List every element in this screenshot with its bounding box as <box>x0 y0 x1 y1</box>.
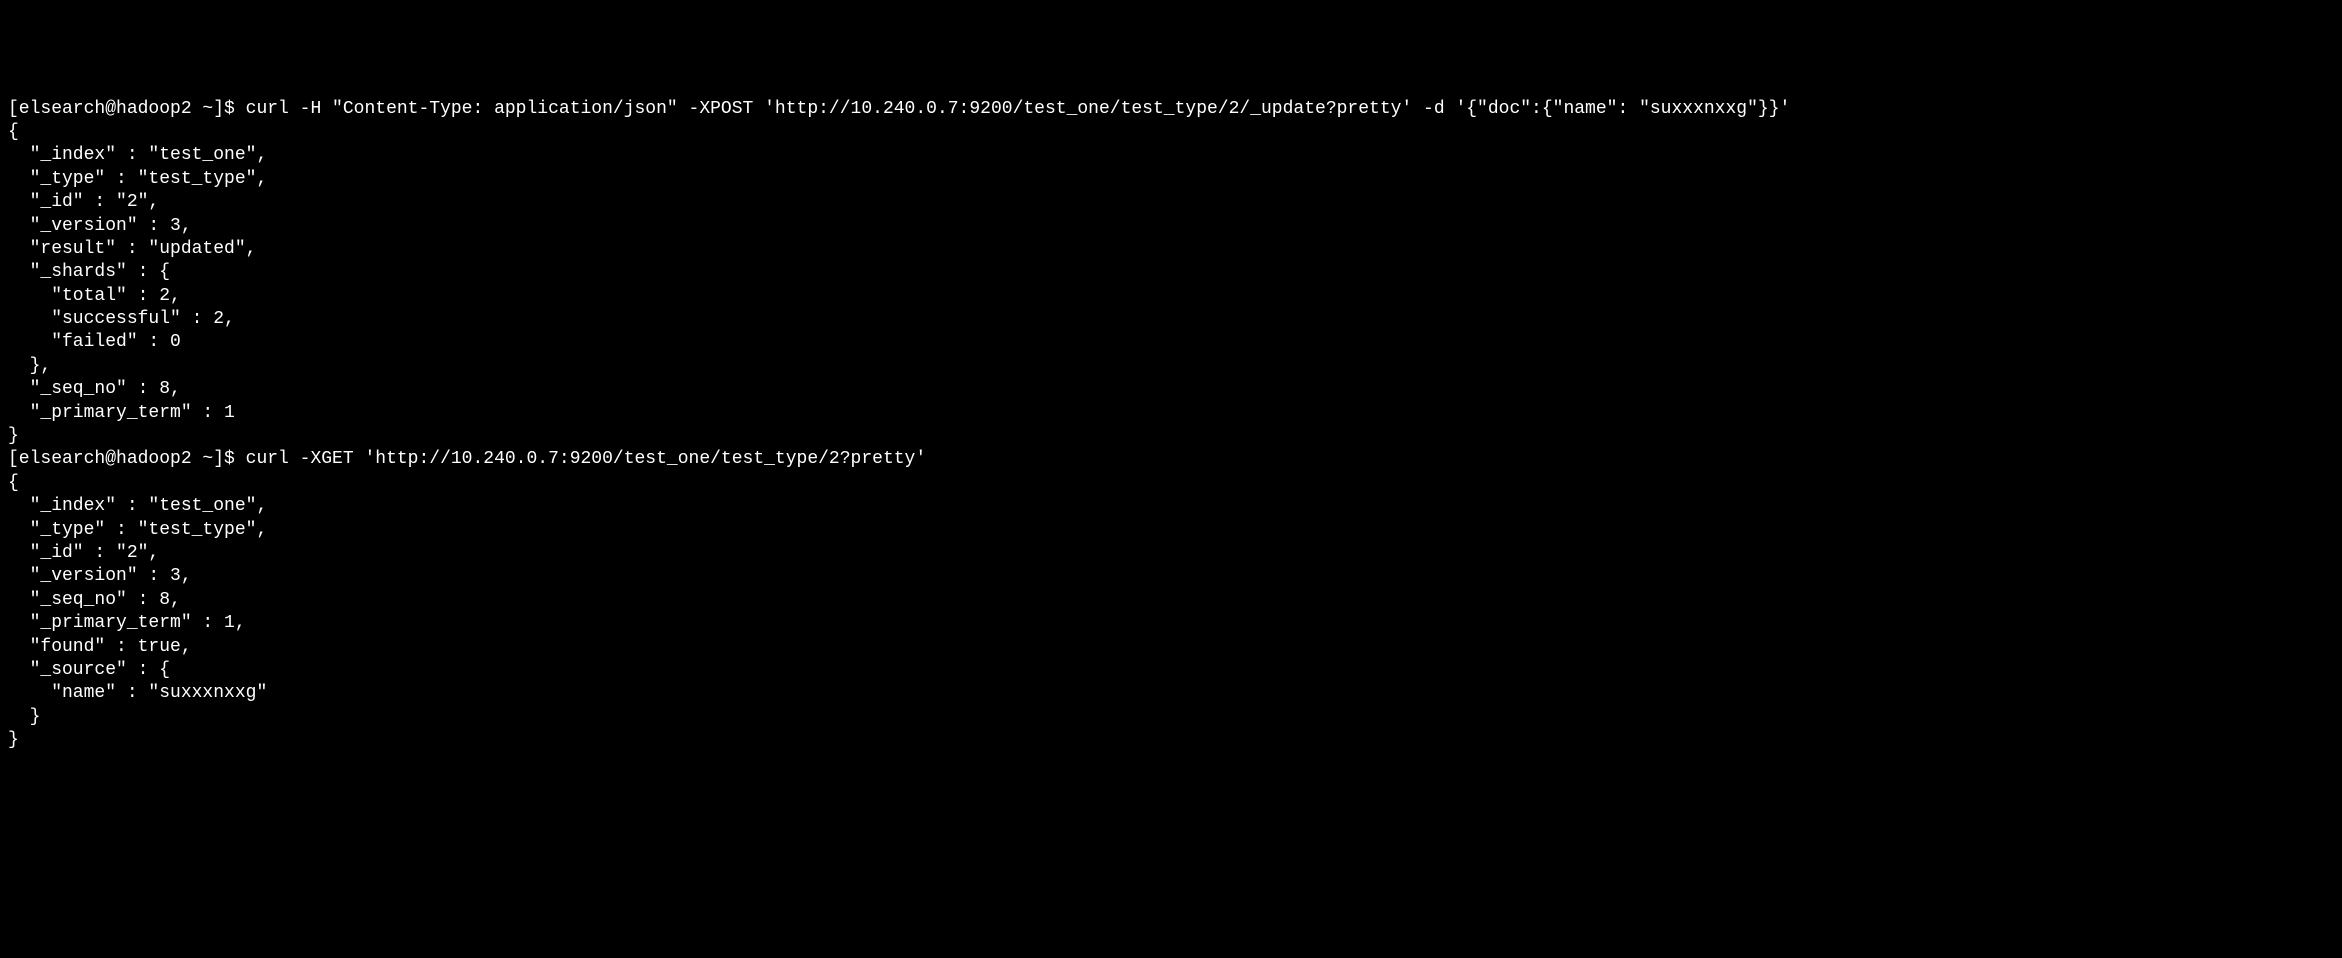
command-1[interactable]: curl -H "Content-Type: application/json"… <box>246 99 1791 119</box>
response-2: { "_index" : "test_one", "_type" : "test… <box>8 473 267 750</box>
response-1: { "_index" : "test_one", "_type" : "test… <box>8 122 267 446</box>
shell-prompt-1: [elsearch@hadoop2 ~]$ <box>8 99 246 119</box>
terminal-output: [elsearch@hadoop2 ~]$ curl -H "Content-T… <box>8 98 2334 753</box>
command-2[interactable]: curl -XGET 'http://10.240.0.7:9200/test_… <box>246 449 927 469</box>
shell-prompt-2: [elsearch@hadoop2 ~]$ <box>8 449 246 469</box>
